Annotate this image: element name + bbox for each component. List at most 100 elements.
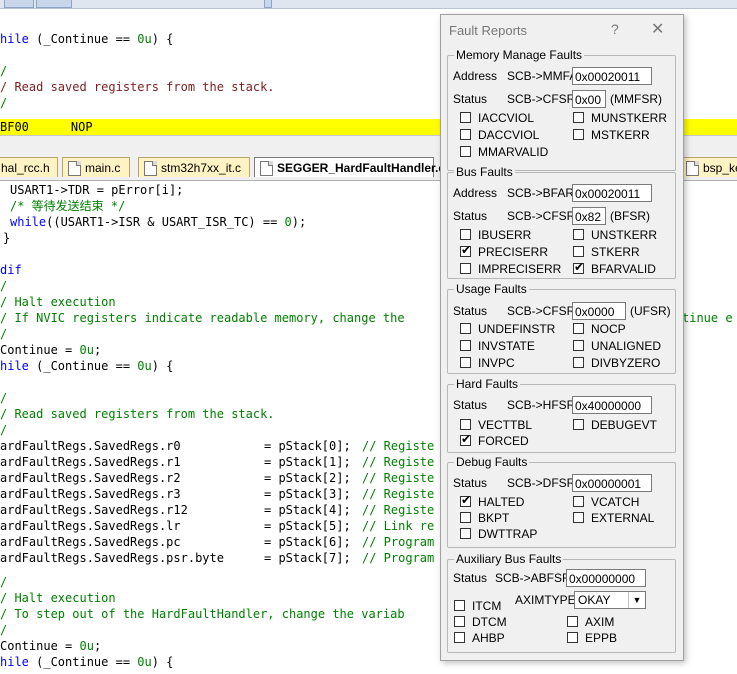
dialog-title-bar[interactable]: Fault Reports ? ✕	[441, 15, 683, 45]
ibuserr-checkbox[interactable]	[460, 229, 471, 240]
file-icon	[260, 161, 273, 176]
fault-reports-dialog: Fault Reports ? ✕ Memory Manage Faults A…	[440, 14, 684, 661]
invstate-checkbox[interactable]	[460, 340, 471, 351]
preciserr-checkbox[interactable]: ✔	[460, 244, 471, 257]
check-icon: ✔	[461, 493, 472, 507]
tab-hal-rcc[interactable]: hal_rcc.h	[0, 157, 58, 177]
forced-checkbox[interactable]: ✔	[460, 432, 472, 446]
check-icon: ✔	[574, 260, 585, 274]
status-label: Status	[453, 304, 488, 318]
checkbox-label: DIVBYZERO	[591, 356, 661, 370]
toolbar-button[interactable]	[4, 0, 34, 8]
halted-checkbox[interactable]: ✔	[460, 493, 472, 507]
code-line: /	[0, 423, 8, 437]
daccviol-checkbox[interactable]	[460, 129, 471, 140]
cfsr-label: SCB->CFSR:	[507, 92, 579, 106]
axim-checkbox[interactable]	[567, 616, 578, 627]
group-label: Bus Faults	[454, 165, 515, 179]
tab-stm32h7xx-it[interactable]: stm32h7xx_it.c	[138, 157, 250, 177]
checkbox-label: DTCM	[472, 615, 507, 629]
address-label: Address	[453, 69, 498, 83]
divbyzero-checkbox[interactable]	[573, 357, 584, 368]
cfsr-label: SCB->CFSR:	[507, 304, 579, 318]
code-line: ardFaultRegs.SavedRegs.r1 = pStack[1];// …	[0, 455, 435, 469]
debugevt-checkbox[interactable]	[573, 419, 584, 430]
checkbox-label: BFARVALID	[591, 262, 656, 276]
abfsr-field[interactable]: 0x00000000	[566, 569, 646, 587]
stkerr-checkbox[interactable]	[573, 246, 584, 257]
undefinstr-checkbox[interactable]	[460, 323, 471, 334]
vecttbl-checkbox[interactable]	[460, 419, 471, 430]
group-label: Hard Faults	[454, 377, 521, 391]
tab-main[interactable]: main.c	[62, 157, 130, 177]
memory-manage-faults-group: Memory Manage Faults Address SCB->MMFAR:…	[447, 48, 676, 171]
code-line: /* 等待发送结束 */	[10, 199, 126, 213]
ufsr-suffix: (UFSR)	[630, 304, 671, 318]
abfsr-label: SCB->ABFSR:	[495, 571, 575, 585]
bfarvalid-checkbox[interactable]: ✔	[573, 260, 585, 274]
check-icon: ✔	[461, 432, 472, 446]
code-line: /	[0, 96, 8, 110]
checkbox-label: MUNSTKERR	[591, 111, 668, 125]
toolbar-button[interactable]	[264, 0, 272, 8]
bfar-field[interactable]: 0x00020011	[572, 184, 652, 202]
bfsr-field[interactable]: 0x82	[572, 207, 606, 225]
bfar-label: SCB->BFAR:	[507, 186, 578, 200]
bkpt-checkbox[interactable]	[460, 512, 471, 523]
checkbox-label: MSTKERR	[591, 128, 650, 142]
checkbox-label: PRECISERR	[478, 245, 549, 259]
tab-bsp-ke[interactable]: bsp_ke	[680, 157, 737, 177]
external-checkbox[interactable]	[573, 512, 584, 523]
checkbox-label: UNSTKERR	[591, 228, 658, 242]
tab-segger-hardfaulthandler[interactable]: SEGGER_HardFaultHandler.c	[254, 157, 445, 177]
mstkerr-checkbox[interactable]	[573, 129, 584, 140]
status-label: Status	[453, 571, 488, 585]
chevron-down-icon: ▼	[628, 592, 645, 608]
dfsr-field[interactable]: 0x00000001	[572, 474, 652, 492]
code-line: / Read saved registers from the stack.	[0, 80, 275, 94]
hfsr-label: SCB->HFSR:	[507, 398, 579, 412]
mmarvalid-checkbox[interactable]	[460, 146, 471, 157]
invpc-checkbox[interactable]	[460, 357, 471, 368]
toolbar-button[interactable]	[36, 0, 72, 8]
unstkerr-checkbox[interactable]	[573, 229, 584, 240]
checkbox-label: ITCM	[472, 599, 502, 613]
help-icon[interactable]: ?	[611, 21, 619, 37]
code-line: hile (_Continue == 0u) {	[0, 655, 174, 669]
code-line: while((USART1->ISR & USART_ISR_TC) == 0)…	[10, 215, 307, 229]
nocp-checkbox[interactable]	[573, 323, 584, 334]
mmfar-field[interactable]: 0x00020011	[572, 67, 652, 85]
ahbp-checkbox[interactable]	[454, 632, 465, 643]
checkbox-label: BKPT	[478, 511, 510, 525]
checkbox-label: MMARVALID	[478, 145, 549, 159]
close-icon[interactable]: ✕	[651, 19, 664, 39]
dfsr-label: SCB->DFSR	[507, 476, 576, 490]
mmfsr-suffix: (MMFSR)	[610, 92, 662, 106]
eppb-checkbox[interactable]	[567, 632, 578, 643]
code-line: Continue = 0u;	[0, 343, 102, 357]
munstkerr-checkbox[interactable]	[573, 112, 584, 123]
dtcm-checkbox[interactable]	[454, 616, 465, 627]
checkbox-label: UNALIGNED	[591, 339, 662, 353]
aximtype-select[interactable]: OKAY ▼	[574, 591, 646, 609]
group-label: Usage Faults	[454, 282, 529, 296]
hfsr-field[interactable]: 0x40000000	[572, 396, 652, 414]
code-line: /	[0, 64, 8, 78]
debug-faults-group: Debug Faults Status SCB->DFSR 0x00000001…	[447, 455, 676, 548]
checkbox-label: AXIM	[585, 615, 615, 629]
mmfsr-field[interactable]: 0x00	[572, 90, 606, 108]
code-line: USART1->TDR = pError[i];	[10, 183, 184, 197]
ufsr-field[interactable]: 0x0000	[572, 302, 626, 320]
dwttrap-checkbox[interactable]	[460, 528, 471, 539]
dialog-title: Fault Reports	[449, 23, 528, 38]
itcm-checkbox[interactable]	[454, 600, 465, 611]
usage-faults-group: Usage Faults Status SCB->CFSR: 0x0000 (U…	[447, 282, 676, 374]
iaccviol-checkbox[interactable]	[460, 112, 471, 123]
impreciserr-checkbox[interactable]	[460, 263, 471, 274]
checkbox-label: IACCVIOL	[478, 111, 535, 125]
code-line: dif	[0, 263, 22, 277]
unaligned-checkbox[interactable]	[573, 340, 584, 351]
vcatch-checkbox[interactable]	[573, 496, 584, 507]
code-line: ardFaultRegs.SavedRegs.psr.byte = pStack[…	[0, 551, 435, 565]
aximtype-label: AXIMTYPE:	[515, 593, 580, 607]
